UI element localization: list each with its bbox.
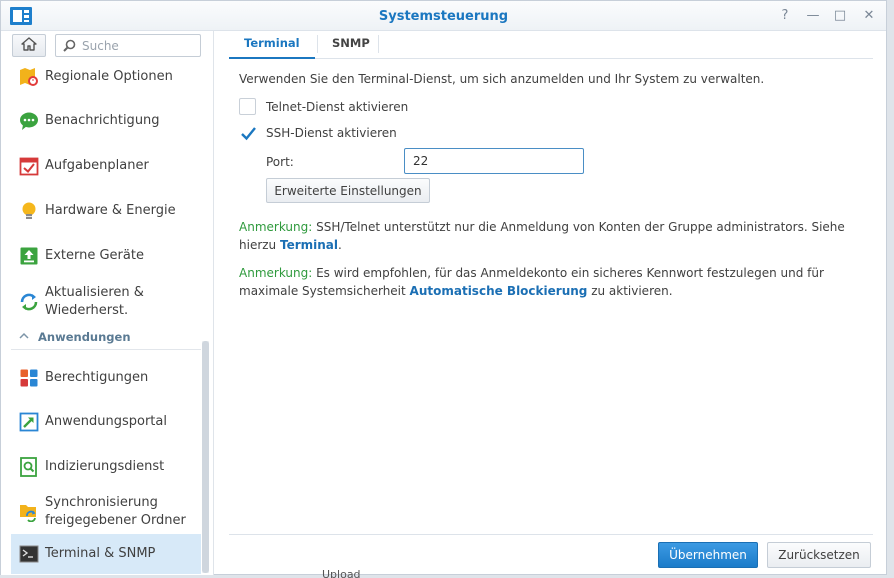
external-devices-icon bbox=[19, 246, 39, 266]
close-icon[interactable]: ✕ bbox=[860, 7, 878, 25]
chevron-up-icon bbox=[18, 330, 30, 345]
background-window-text: Upload bbox=[322, 568, 361, 578]
maximize-icon[interactable]: □ bbox=[831, 7, 849, 25]
terminal-description: Verwenden Sie den Terminal-Dienst, um si… bbox=[239, 72, 765, 86]
indexing-service-icon bbox=[19, 457, 39, 477]
auto-block-link[interactable]: Automatische Blockierung bbox=[410, 284, 588, 298]
sidebar-item-task-scheduler[interactable]: Aufgabenplaner bbox=[11, 155, 201, 177]
sidebar-item-privileges[interactable]: Berechtigungen bbox=[11, 367, 201, 389]
note-label: Anmerkung: bbox=[239, 266, 313, 280]
home-icon bbox=[21, 37, 37, 54]
application-portal-icon bbox=[19, 412, 39, 432]
checkmark-icon bbox=[241, 127, 256, 141]
privileges-icon bbox=[19, 368, 39, 388]
sidebar-item-label: Hardware & Energie bbox=[45, 203, 176, 218]
window-title: Systemsteuerung bbox=[378, 9, 509, 24]
sidebar-item-notification[interactable]: Benachrichtigung bbox=[11, 110, 201, 132]
search-input[interactable] bbox=[82, 37, 194, 54]
note-text-end: zu aktivieren. bbox=[587, 284, 673, 298]
tab-terminal[interactable]: Terminal bbox=[229, 31, 315, 59]
sidebar-item-label: Externe Geräte bbox=[45, 248, 144, 263]
sidebar-item-application-portal[interactable]: Anwendungsportal bbox=[11, 411, 201, 433]
shared-folder-sync-icon bbox=[19, 502, 39, 522]
advanced-settings-button[interactable]: Erweiterte Einstellungen bbox=[266, 178, 430, 203]
footer-divider bbox=[229, 534, 873, 535]
ssh-row[interactable]: SSH-Dienst aktivieren bbox=[239, 124, 397, 141]
sidebar-item-regional-options[interactable]: Regionale Optionen bbox=[11, 66, 201, 88]
port-input[interactable] bbox=[404, 148, 584, 174]
sidebar-item-label: Synchronisierung freigegebener Ordner bbox=[45, 495, 186, 528]
telnet-checkbox[interactable] bbox=[239, 98, 256, 115]
tab-bar: Terminal SNMP bbox=[229, 31, 873, 59]
apply-button[interactable]: Übernehmen bbox=[658, 542, 758, 568]
sidebar-item-shared-folder-sync[interactable]: Synchronisierung freigegebener Ordner bbox=[11, 493, 201, 531]
ssh-checkbox[interactable] bbox=[239, 124, 256, 141]
telnet-row[interactable]: Telnet-Dienst aktivieren bbox=[239, 98, 408, 115]
regional-options-icon bbox=[19, 67, 39, 87]
tab-snmp[interactable]: SNMP bbox=[317, 31, 385, 59]
note-label: Anmerkung: bbox=[239, 220, 313, 234]
terminal-icon bbox=[19, 544, 39, 564]
sidebar-item-label: Berechtigungen bbox=[45, 370, 149, 385]
sidebar-scrollbar-thumb[interactable] bbox=[202, 341, 209, 573]
note-password: Anmerkung: Es wird empfohlen, für das An… bbox=[239, 264, 869, 300]
note-ssh-telnet: Anmerkung: SSH/Telnet unterstützt nur di… bbox=[239, 218, 869, 254]
control-panel-window: Systemsteuerung ? — □ ✕ Suche Regionale … bbox=[0, 0, 887, 575]
sidebar-item-indexing-service[interactable]: Indizierungsdienst bbox=[11, 456, 201, 478]
note-text-end: . bbox=[338, 238, 342, 252]
sidebar-item-label: Aufgabenplaner bbox=[45, 158, 149, 173]
sidebar: Regionale Optionen Benachrichtigung bbox=[1, 31, 214, 575]
title-bar: Systemsteuerung ? — □ ✕ bbox=[1, 1, 886, 31]
sidebar-item-update-restore[interactable]: Aktualisieren & Wiederherst. bbox=[11, 283, 201, 321]
ssh-label: SSH-Dienst aktivieren bbox=[266, 125, 397, 140]
sidebar-item-label: Aktualisieren & Wiederherst. bbox=[45, 285, 144, 318]
update-restore-icon bbox=[19, 292, 39, 312]
terminal-help-link[interactable]: Terminal bbox=[280, 238, 338, 252]
tab-separator bbox=[378, 35, 379, 53]
sidebar-item-label: Anwendungsportal bbox=[45, 414, 167, 429]
search-box[interactable] bbox=[55, 34, 201, 57]
notification-icon bbox=[19, 111, 39, 131]
sidebar-section-applications[interactable]: Anwendungen bbox=[11, 328, 201, 350]
help-icon[interactable]: ? bbox=[776, 7, 794, 25]
minimize-icon[interactable]: — bbox=[804, 7, 822, 25]
task-scheduler-icon bbox=[19, 156, 39, 176]
sidebar-item-hardware-power[interactable]: Hardware & Energie bbox=[11, 200, 201, 222]
section-label: Anwendungen bbox=[38, 330, 131, 344]
sidebar-item-label: Regionale Optionen bbox=[45, 69, 173, 84]
hardware-power-icon bbox=[19, 201, 39, 221]
reset-button[interactable]: Zurücksetzen bbox=[767, 542, 871, 568]
search-icon bbox=[63, 39, 76, 55]
home-button[interactable] bbox=[12, 34, 46, 57]
main-panel: Terminal SNMP Verwenden Sie den Terminal… bbox=[215, 31, 887, 575]
sidebar-item-external-devices[interactable]: Externe Geräte bbox=[11, 245, 201, 267]
telnet-label: Telnet-Dienst aktivieren bbox=[266, 99, 409, 114]
sidebar-item-label: Indizierungsdienst bbox=[45, 459, 165, 474]
sidebar-item-label: Terminal & SNMP bbox=[45, 546, 156, 561]
sidebar-item-terminal-snmp[interactable]: Terminal & SNMP bbox=[11, 534, 201, 574]
sidebar-item-label: Benachrichtigung bbox=[45, 113, 160, 128]
port-label: Port: bbox=[266, 155, 294, 169]
